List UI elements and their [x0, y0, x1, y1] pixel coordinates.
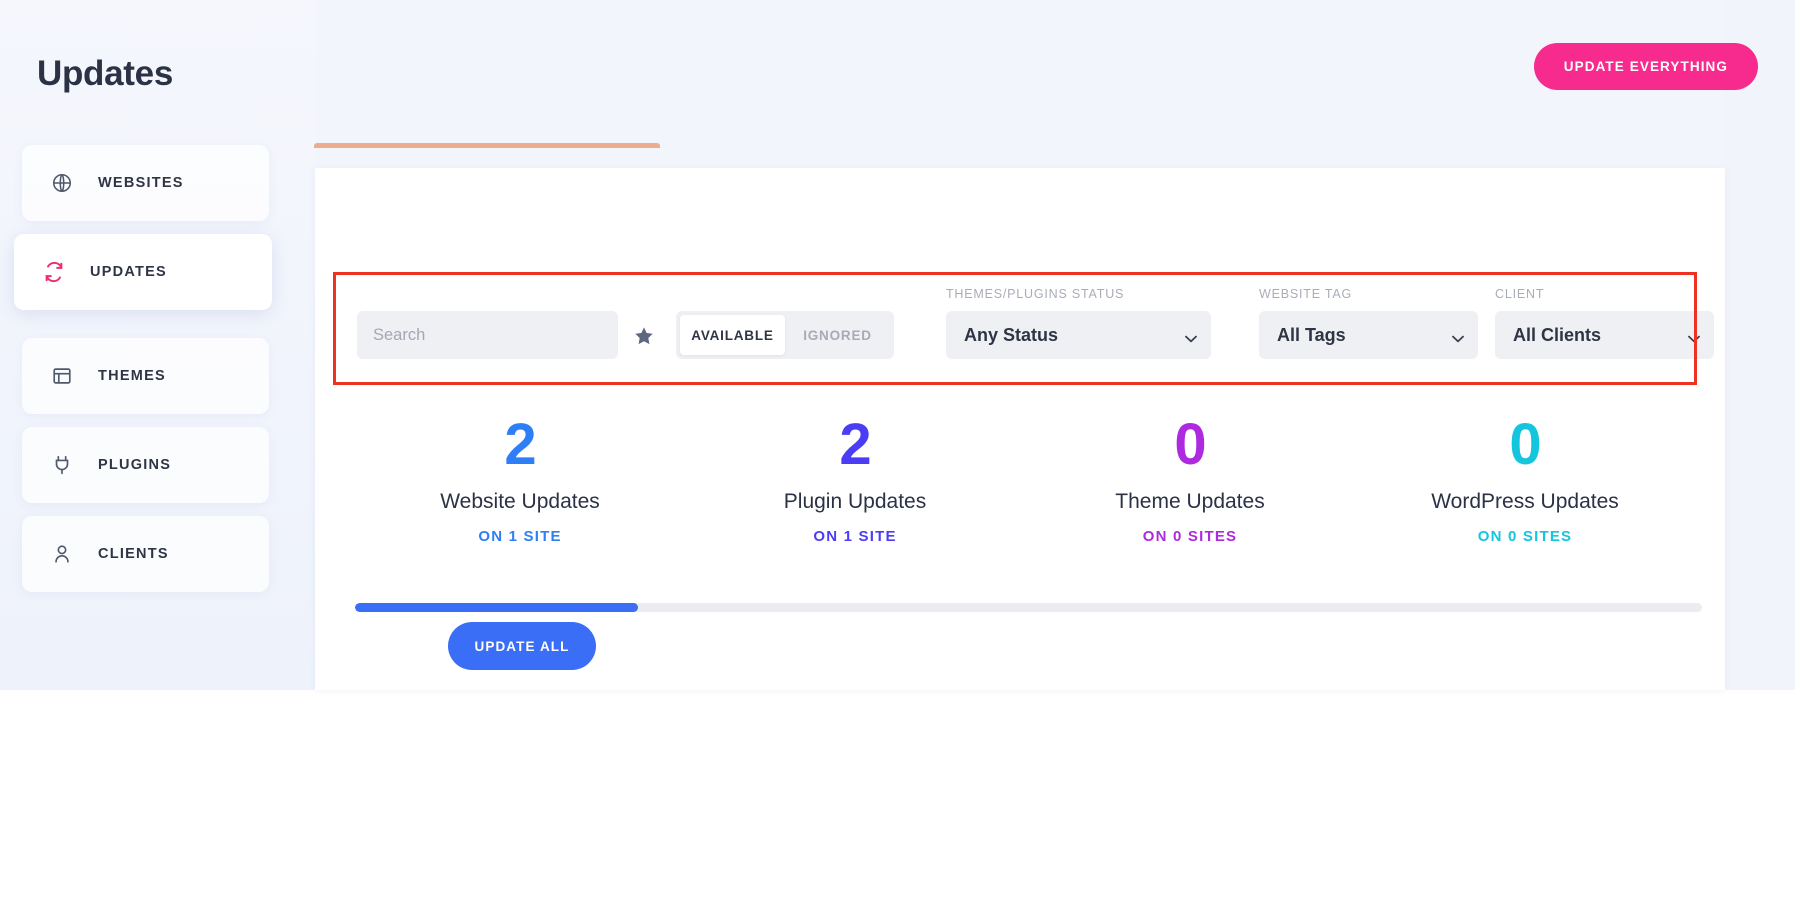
availability-toggle-group[interactable]: AVAILABLE IGNORED [676, 311, 894, 359]
client-filter-label: CLIENT [1495, 287, 1544, 301]
sidebar-item-websites[interactable]: WEBSITES [22, 145, 269, 221]
stat-subtitle: ON 0 SITES [1375, 528, 1675, 545]
client-select[interactable]: All Clients [1495, 311, 1714, 359]
stat-subtitle: ON 0 SITES [1040, 528, 1340, 545]
sidebar-item-label: PLUGINS [98, 457, 171, 473]
tag-select[interactable]: All Tags [1259, 311, 1478, 359]
toggle-option-available[interactable]: AVAILABLE [680, 315, 785, 355]
stat-count: 2 [370, 416, 670, 474]
search-input[interactable] [357, 311, 618, 359]
stat-wordpress-updates: 0 WordPress Updates ON 0 SITES [1375, 416, 1675, 545]
tab-underline-accent [314, 143, 660, 148]
sidebar: WEBSITES UPDATES THEMES [0, 0, 316, 690]
stat-website-updates: 2 Website Updates ON 1 SITE [370, 416, 670, 545]
status-select-wrapper[interactable]: Any Status [946, 311, 1211, 359]
sidebar-item-clients[interactable]: CLIENTS [22, 516, 269, 592]
stat-theme-updates: 0 Theme Updates ON 0 SITES [1040, 416, 1340, 545]
update-all-button[interactable]: UPDATE ALL [448, 622, 596, 670]
globe-icon [50, 171, 74, 195]
stat-title: Theme Updates [1040, 490, 1340, 514]
search-field-wrapper[interactable] [357, 311, 618, 359]
plug-icon [50, 453, 74, 477]
tag-filter-label: WEBSITE TAG [1259, 287, 1352, 301]
update-everything-button[interactable]: UPDATE EVERYTHING [1534, 43, 1758, 90]
refresh-icon [42, 260, 66, 284]
stat-plugin-updates: 2 Plugin Updates ON 1 SITE [705, 416, 1005, 545]
app-root: WEBSITES UPDATES THEMES [0, 0, 1800, 900]
stat-count: 2 [705, 416, 1005, 474]
status-select[interactable]: Any Status [946, 311, 1211, 359]
update-progress-track [355, 603, 1702, 612]
stat-subtitle: ON 1 SITE [370, 528, 670, 545]
status-filter-label: THEMES/PLUGINS STATUS [946, 287, 1124, 301]
update-progress-fill [355, 603, 638, 612]
stat-count: 0 [1375, 416, 1675, 474]
browser-window-icon [50, 364, 74, 388]
sidebar-item-label: THEMES [98, 368, 166, 384]
sidebar-item-label: WEBSITES [98, 175, 184, 191]
stat-title: Plugin Updates [705, 490, 1005, 514]
stat-count: 0 [1040, 416, 1340, 474]
tag-select-wrapper[interactable]: All Tags [1259, 311, 1478, 359]
page-background-right-gutter [1725, 0, 1795, 690]
toggle-option-ignored[interactable]: IGNORED [785, 315, 890, 355]
sidebar-item-label: CLIENTS [98, 546, 169, 562]
stat-subtitle: ON 1 SITE [705, 528, 1005, 545]
sidebar-item-plugins[interactable]: PLUGINS [22, 427, 269, 503]
sidebar-item-label: UPDATES [90, 264, 167, 280]
client-select-wrapper[interactable]: All Clients [1495, 311, 1714, 359]
stat-title: WordPress Updates [1375, 490, 1675, 514]
stat-title: Website Updates [370, 490, 670, 514]
star-icon[interactable] [633, 325, 655, 347]
user-icon [50, 542, 74, 566]
filters-toolbar: AVAILABLE IGNORED THEMES/PLUGINS STATUS … [336, 275, 1694, 382]
page-title: Updates [37, 54, 173, 94]
sidebar-item-themes[interactable]: THEMES [22, 338, 269, 414]
sidebar-item-updates[interactable]: UPDATES [14, 234, 272, 310]
